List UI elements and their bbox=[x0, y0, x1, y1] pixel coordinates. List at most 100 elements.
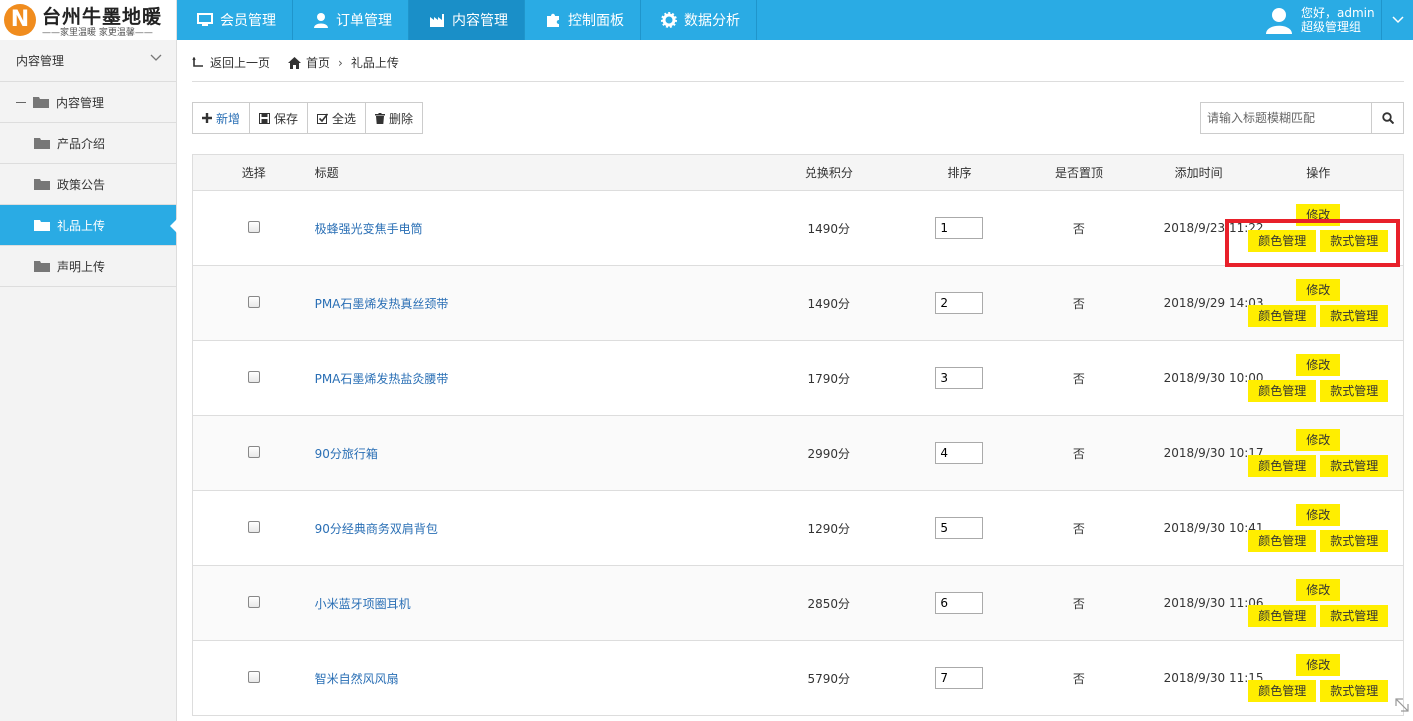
edit-button[interactable]: 修改 bbox=[1296, 504, 1341, 526]
edit-button[interactable]: 修改 bbox=[1296, 429, 1341, 451]
row-checkbox[interactable] bbox=[247, 670, 260, 683]
row-checkbox[interactable] bbox=[247, 220, 260, 233]
back-link[interactable]: 返回上一页 bbox=[192, 54, 270, 71]
row-title-link[interactable]: 小米蓝牙项圈耳机 bbox=[315, 597, 411, 611]
row-sort-input[interactable] bbox=[935, 367, 984, 389]
nav-content-management[interactable]: 内容管理 bbox=[409, 0, 525, 40]
col-header-select: 选择 bbox=[241, 166, 266, 180]
sidebar-item-statement-upload[interactable]: 声明上传 bbox=[0, 246, 176, 287]
row-time: 2018/9/30 10:41 bbox=[1163, 521, 1264, 535]
row-sort-input[interactable] bbox=[935, 217, 984, 239]
table-row: 极蜂强光变焦手电筒 1490分 否 2018/9/23 11:22 修改 颜色管… bbox=[193, 191, 1403, 266]
col-header-ops: 操作 bbox=[1306, 166, 1331, 180]
row-checkbox[interactable] bbox=[247, 295, 260, 308]
row-title-cell: 90分经典商务双肩背包 bbox=[315, 520, 734, 537]
color-management-button[interactable]: 颜色管理 bbox=[1248, 455, 1317, 477]
row-sort-cell bbox=[924, 667, 994, 689]
style-management-button[interactable]: 款式管理 bbox=[1320, 530, 1389, 552]
puzzle-icon bbox=[547, 13, 559, 27]
style-management-button[interactable]: 款式管理 bbox=[1320, 605, 1389, 627]
sidebar-item-label: 政策公告 bbox=[57, 177, 106, 192]
delete-button[interactable]: 删除 bbox=[366, 103, 423, 133]
style-management-button[interactable]: 款式管理 bbox=[1320, 455, 1389, 477]
nav-label: 内容管理 bbox=[452, 13, 508, 29]
row-checkbox[interactable] bbox=[247, 370, 260, 383]
row-title-link[interactable]: 90分经典商务双肩背包 bbox=[315, 522, 438, 536]
sidebar-item-gift-upload[interactable]: 礼品上传 bbox=[0, 205, 177, 246]
breadcrumb-home[interactable]: 首页 bbox=[288, 54, 330, 71]
edit-button[interactable]: 修改 bbox=[1296, 654, 1341, 676]
sidebar-header-label: 内容管理 bbox=[16, 54, 65, 68]
nav-data-analysis[interactable]: 数据分析 bbox=[641, 0, 757, 40]
home-icon bbox=[288, 56, 302, 69]
chevron-down-icon bbox=[150, 54, 162, 61]
style-management-button[interactable]: 款式管理 bbox=[1320, 380, 1389, 402]
row-checkbox[interactable] bbox=[247, 445, 260, 458]
factory-icon bbox=[430, 14, 444, 27]
table-row: PMA石墨烯发热真丝颈带 1490分 否 2018/9/29 14:03 修改 … bbox=[193, 266, 1403, 341]
sidebar-item-policy-notice[interactable]: 政策公告 bbox=[0, 164, 176, 205]
add-button[interactable]: 新增 bbox=[193, 103, 251, 133]
nav-order-management[interactable]: 订单管理 bbox=[293, 0, 409, 40]
row-sort-input[interactable] bbox=[935, 442, 984, 464]
nav-label: 会员管理 bbox=[220, 13, 276, 29]
user-greeting: 您好，admin bbox=[1301, 6, 1375, 20]
row-title-link[interactable]: PMA石墨烯发热真丝颈带 bbox=[315, 297, 449, 311]
search-button[interactable] bbox=[1371, 103, 1403, 133]
edit-button[interactable]: 修改 bbox=[1296, 354, 1341, 376]
monitor-icon bbox=[197, 13, 213, 26]
back-link-label: 返回上一页 bbox=[210, 56, 271, 70]
row-title-link[interactable]: PMA石墨烯发热盐灸腰带 bbox=[315, 372, 449, 386]
table-row: PMA石墨烯发热盐灸腰带 1790分 否 2018/9/30 10:00 修改 … bbox=[193, 341, 1403, 416]
folder-icon bbox=[33, 97, 49, 108]
sidebar-item-content-management[interactable]: 内容管理 bbox=[0, 82, 176, 123]
brand-subtitle: ——家里温暖 家更温馨—— bbox=[42, 28, 153, 38]
color-management-button[interactable]: 颜色管理 bbox=[1248, 680, 1317, 702]
row-sort-input[interactable] bbox=[935, 292, 984, 314]
select-all-button[interactable]: 全选 bbox=[308, 103, 367, 133]
row-title-link[interactable]: 智米自然风风扇 bbox=[315, 672, 399, 686]
color-management-button[interactable]: 颜色管理 bbox=[1248, 230, 1317, 252]
row-checkbox[interactable] bbox=[247, 595, 260, 608]
search-input[interactable] bbox=[1201, 103, 1372, 133]
row-sort-cell bbox=[924, 292, 994, 314]
main-nav: 会员管理 订单管理 内容管理 控制面板 数据分析 bbox=[177, 0, 757, 40]
folder-icon bbox=[34, 261, 50, 272]
row-checkbox[interactable] bbox=[247, 520, 260, 533]
sidebar-item-product-intro[interactable]: 产品介绍 bbox=[0, 123, 176, 164]
nav-member-management[interactable]: 会员管理 bbox=[177, 0, 293, 40]
row-title-link[interactable]: 90分旅行箱 bbox=[315, 447, 378, 461]
row-ops-cell: 修改 颜色管理 款式管理 bbox=[1234, 279, 1403, 327]
row-points: 2990分 bbox=[807, 446, 851, 461]
table-row: 小米蓝牙项圈耳机 2850分 否 2018/9/30 11:06 修改 颜色管理… bbox=[193, 566, 1403, 641]
avatar bbox=[1266, 8, 1292, 34]
row-sort-input[interactable] bbox=[935, 667, 984, 689]
color-management-button[interactable]: 颜色管理 bbox=[1248, 305, 1317, 327]
top-header: N 台州牛墨地暖 ——家里温暖 家更温馨—— 会员管理 订单管理 内容管理 控制… bbox=[0, 0, 1413, 40]
folder-icon bbox=[34, 138, 50, 149]
col-header-pinned: 是否置顶 bbox=[1055, 166, 1104, 180]
style-management-button[interactable]: 款式管理 bbox=[1320, 230, 1389, 252]
style-management-button[interactable]: 款式管理 bbox=[1320, 680, 1389, 702]
row-sort-input[interactable] bbox=[935, 592, 984, 614]
sidebar-header[interactable]: 内容管理 bbox=[0, 40, 176, 82]
nav-control-panel[interactable]: 控制面板 bbox=[525, 0, 641, 40]
color-management-button[interactable]: 颜色管理 bbox=[1248, 530, 1317, 552]
resize-handle-icon[interactable] bbox=[1395, 698, 1409, 712]
sidebar: 内容管理 内容管理 产品介绍 政策公告 礼品上传 声明上传 bbox=[0, 40, 177, 721]
brand-logo[interactable]: N 台州牛墨地暖 ——家里温暖 家更温馨—— bbox=[0, 0, 177, 40]
color-management-button[interactable]: 颜色管理 bbox=[1248, 605, 1317, 627]
select-all-button-label: 全选 bbox=[332, 111, 357, 126]
style-management-button[interactable]: 款式管理 bbox=[1320, 305, 1389, 327]
row-title-link[interactable]: 极蜂强光变焦手电筒 bbox=[315, 222, 423, 236]
edit-button[interactable]: 修改 bbox=[1296, 279, 1341, 301]
user-dropdown-toggle[interactable] bbox=[1381, 0, 1413, 40]
color-management-button[interactable]: 颜色管理 bbox=[1248, 380, 1317, 402]
user-menu[interactable]: 您好，admin 超级管理组 bbox=[1265, 0, 1375, 40]
row-sort-input[interactable] bbox=[935, 517, 984, 539]
plus-icon bbox=[202, 113, 212, 123]
edit-button[interactable]: 修改 bbox=[1296, 204, 1341, 226]
edit-button[interactable]: 修改 bbox=[1296, 579, 1341, 601]
save-button[interactable]: 保存 bbox=[250, 103, 309, 133]
row-points: 2850分 bbox=[807, 596, 851, 611]
